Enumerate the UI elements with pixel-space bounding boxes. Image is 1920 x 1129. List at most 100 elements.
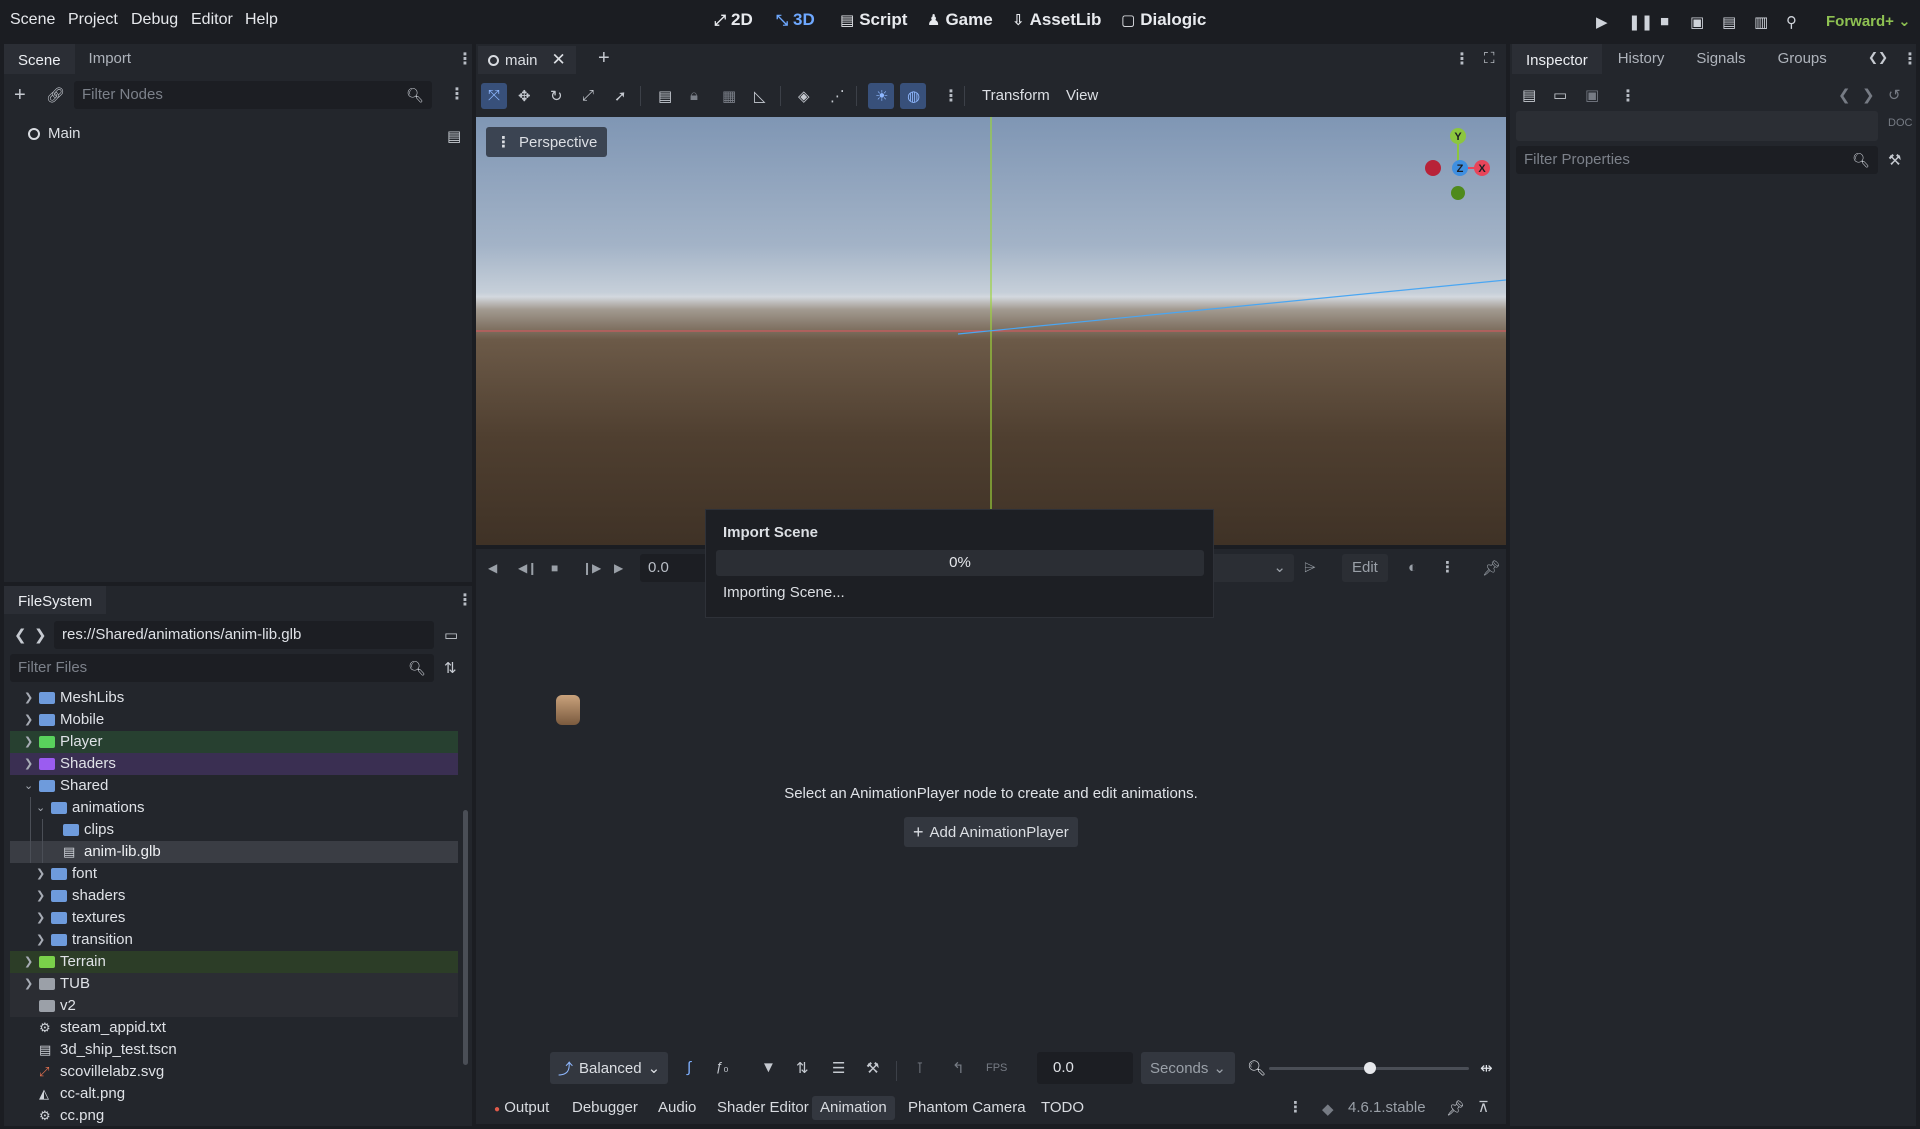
list-item[interactable]: ⚙ steam_appid.txt [10,1017,458,1039]
list-item[interactable]: v2 [10,995,458,1017]
play-backwards-from-end-icon[interactable]: ◀ [488,561,497,575]
pin-panel-icon[interactable]: 📌︎ [1446,1099,1465,1117]
lock-icon[interactable]: 🔒︎ [690,87,698,104]
play-scene-icon[interactable]: ▤ [1722,13,1736,31]
tab-filesystem[interactable]: FileSystem [4,586,107,614]
forward-icon[interactable]: ❯ [34,626,47,644]
list-item[interactable]: clips [10,819,458,841]
tab-debugger[interactable]: Debugger [564,1096,646,1120]
remote-debug-icon[interactable]: ▣ [1690,13,1704,31]
play-from-start-icon[interactable]: ❙▶ [582,561,601,575]
object-selector[interactable] [1516,111,1878,141]
track-list-icon[interactable]: ☰ [832,1059,845,1077]
list-item[interactable]: ⤢ scovillelabz.svg [10,1061,458,1083]
pause-icon[interactable]: ❚❚ [1628,13,1653,31]
wand-icon[interactable]: ⚒ [866,1059,879,1077]
filter-files-input[interactable]: Filter Files 🔍︎ [10,654,434,682]
ruler-icon[interactable]: ▤ [658,87,672,105]
menu-help[interactable]: Help [245,11,278,29]
perspective-menu[interactable]: ⋮ Perspective [486,127,608,157]
zoom-slider-handle[interactable] [1364,1062,1376,1074]
move-icon[interactable]: ✥ [518,87,531,105]
list-select-icon[interactable]: ➚ [614,87,627,105]
tab-inspector[interactable]: Inspector [1512,44,1602,74]
toggle-split-icon[interactable]: ▭ [444,626,458,644]
link-icon[interactable]: 🔗︎ [46,86,65,104]
step-unit-select[interactable]: Seconds ⌄ [1141,1052,1235,1084]
tab-scene[interactable]: Scene [4,44,75,74]
tab-phantom-camera[interactable]: Phantom Camera [900,1096,1034,1120]
list-item[interactable]: ❯ shaders [10,885,458,907]
script-attached-icon[interactable]: ▤ [447,127,461,145]
stop-icon[interactable]: ■ [551,561,558,575]
group-icon[interactable]: ▦ [722,87,736,105]
add-node-icon[interactable]: + [14,84,26,107]
tab-animation[interactable]: Animation [812,1096,895,1120]
list-item[interactable]: ❯ Player [10,731,458,753]
add-animation-player-button[interactable]: + Add AnimationPlayer [904,817,1078,847]
list-item[interactable]: ⌄ Shared [10,775,458,797]
tab-shader-editor[interactable]: Shader Editor [709,1096,817,1120]
workspace-assetlib-button[interactable]: ⇩ AssetLib [1012,10,1101,30]
snap-icon[interactable]: ⋰ [830,87,845,105]
object-history-icon[interactable]: ↺ [1888,86,1901,104]
measure-icon[interactable]: ◺ [754,87,766,105]
history-back-icon[interactable]: ❮ [1838,86,1851,104]
filter-nodes-input[interactable]: Filter Nodes 🔍︎ [74,81,432,109]
list-item[interactable]: ❯ TUB [10,973,458,995]
sort-icon[interactable]: ⇅ [796,1059,809,1077]
menu-project[interactable]: Project [68,11,118,29]
insert-key-icon[interactable]: ⊺ [916,1059,924,1077]
renderer-select[interactable]: Forward+ ⌄ [1826,12,1911,30]
scene-dock-menu-icon[interactable]: ⋮ [457,49,473,69]
tab-import[interactable]: Import [75,44,146,74]
bottom-panel-menu-icon[interactable]: ⋮ [1288,1098,1303,1116]
scale-icon[interactable]: ⤢ [582,87,594,104]
filesystem-scrollbar[interactable] [463,810,468,1065]
neg-y-handle[interactable] [1451,186,1465,200]
viewport-options-icon[interactable]: ⋮ [943,86,959,106]
onion-skin-icon[interactable]: ◐ [1408,559,1417,576]
pin-icon[interactable]: 📌︎ [1482,559,1501,577]
menu-editor[interactable]: Editor [191,11,233,29]
expand-panel-icon[interactable]: ⊼ [1478,1098,1489,1116]
scene-tree-root[interactable]: Main [28,125,81,142]
3d-viewport[interactable]: ⋮ Perspective Y X Z [476,117,1506,545]
property-tools-icon[interactable]: ⚒ [1888,151,1901,169]
list-item[interactable]: ⌄ animations [10,797,458,819]
fps-toggle[interactable]: FPS [986,1062,1007,1074]
tab-main-scene[interactable]: main ✕ [478,46,576,74]
workspace-2d-button[interactable]: ⤢ 2D [714,10,753,30]
list-item[interactable]: ▤ 3d_ship_test.tscn [10,1039,458,1061]
list-item[interactable]: ❯ Mobile [10,709,458,731]
function-icon[interactable]: ƒ₀ [716,1059,729,1074]
tab-todo[interactable]: TODO [1033,1096,1092,1120]
menu-debug[interactable]: Debug [131,11,178,29]
scene-filter-menu-icon[interactable]: ⋮ [449,84,465,104]
open-docs-icon[interactable]: DOC [1888,117,1912,129]
list-item[interactable]: ❯ MeshLibs [10,687,458,709]
list-item[interactable]: ❯ transition [10,929,458,951]
workspace-3d-button[interactable]: ⤡ 3D [776,10,815,30]
bezier-handle-icon[interactable]: ↰ [952,1059,965,1077]
list-item[interactable]: ❯ textures [10,907,458,929]
filter-icon[interactable]: ▼ [761,1059,776,1076]
list-item[interactable]: ▤ anim-lib.glb [10,841,458,863]
view-menu[interactable]: View [1066,87,1098,104]
time-field[interactable]: 0.0 [640,554,710,582]
inspector-dock-menu-icon[interactable]: ⋮ [1902,49,1918,69]
step-field[interactable]: 0.0 [1037,1052,1133,1084]
play-backwards-icon[interactable]: ◀❙ [518,561,537,575]
inspector-options-icon[interactable]: ⋮ [1620,86,1636,106]
save-icon[interactable]: ▣ [1585,86,1599,104]
list-item[interactable]: ❯ Terrain [10,951,458,973]
version-label[interactable]: 4.6.1.stable [1348,1099,1426,1116]
open-folder-icon[interactable]: ▭ [1553,86,1567,104]
movie-maker-icon[interactable]: ⚲ [1786,13,1797,31]
transform-menu[interactable]: Transform [982,87,1050,104]
list-item[interactable]: ❯ Shaders [10,753,458,775]
rotate-icon[interactable]: ↻ [550,87,563,105]
collapse-dock-icon[interactable]: ❮❯ [1868,50,1888,64]
new-resource-icon[interactable]: ▤ [1522,86,1536,104]
play-custom-scene-icon[interactable]: ▥ [1754,13,1768,31]
